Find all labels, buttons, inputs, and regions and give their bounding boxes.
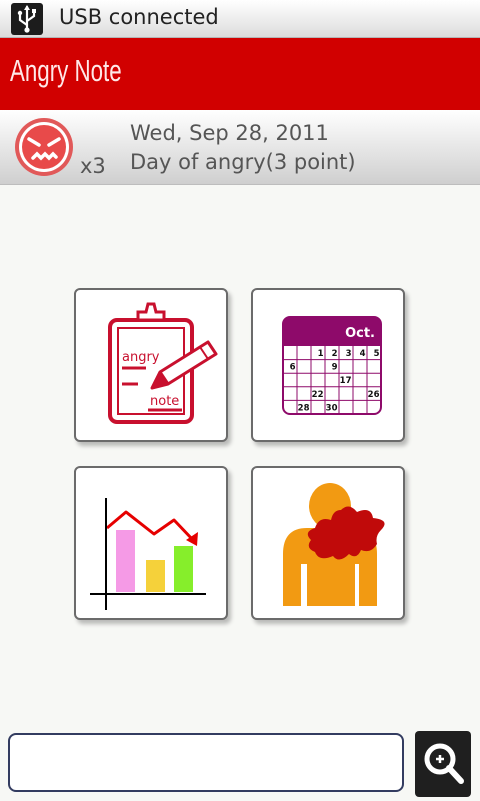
angry-note-button[interactable]: angry note <box>74 288 228 442</box>
title-bar: Angry Note <box>0 38 480 110</box>
search-input[interactable] <box>8 733 404 792</box>
chart-bar-3 <box>174 546 193 592</box>
calendar-day: 2 <box>332 349 338 359</box>
bar-chart-icon <box>90 498 206 610</box>
calendar-day: 17 <box>340 376 352 386</box>
calendar-month: Oct. <box>345 326 375 341</box>
calendar-day: 9 <box>332 363 338 373</box>
search-button[interactable] <box>415 731 471 797</box>
calendar-icon: Oct. 1 2 3 4 5 6 917 22 26 28 30 <box>282 316 382 415</box>
calendar-day: 22 <box>312 390 324 400</box>
calendar-day: 5 <box>374 349 380 359</box>
usb-icon <box>11 3 43 35</box>
chart-bar-2 <box>146 560 165 592</box>
calendar-day: 4 <box>360 349 366 359</box>
calendar-day: 28 <box>298 403 310 413</box>
calendar-day: 26 <box>368 390 380 400</box>
calendar-button[interactable]: Oct. 1 2 3 4 5 6 9 17 22 26 28 30 <box>251 288 405 442</box>
angry-note-icon: angry note <box>108 302 218 424</box>
status-bar: USB connected <box>0 0 480 38</box>
angry-person-icon <box>283 483 385 606</box>
statistics-button[interactable] <box>74 466 228 620</box>
calendar-day: 30 <box>326 403 338 413</box>
day-angry-label: Day of angry(3 point) <box>130 150 356 174</box>
date-label: Wed, Sep 28, 2011 <box>130 121 329 145</box>
calendar-day: 3 <box>346 349 352 359</box>
notification-text: USB connected <box>59 5 219 29</box>
chart-bar-1 <box>116 530 135 592</box>
angry-count: x3 <box>80 154 106 178</box>
summary-bar: x3 Wed, Sep 28, 2011 Day of angry(3 poin… <box>0 110 480 185</box>
calendar-day: 6 <box>290 363 296 373</box>
calendar-day: 1 <box>318 349 324 359</box>
angry-face-icon <box>13 116 75 178</box>
angry-person-button[interactable] <box>251 466 405 620</box>
search-icon <box>424 743 464 784</box>
note-label-bottom: note <box>150 394 179 409</box>
app-title: Angry Note <box>10 53 122 88</box>
note-label-top: angry <box>122 350 160 365</box>
